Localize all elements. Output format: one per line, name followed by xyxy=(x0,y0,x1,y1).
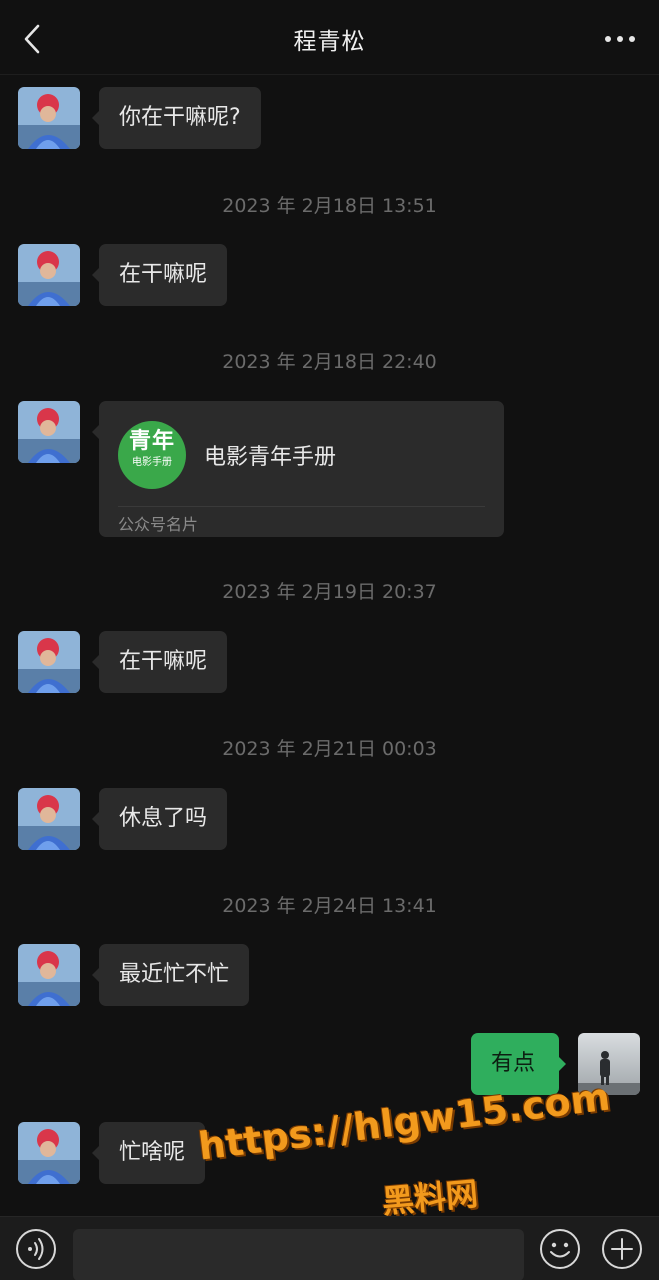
account-logo: 青年 电影手册 xyxy=(118,421,186,489)
contact-avatar[interactable] xyxy=(18,788,80,850)
received-message[interactable]: 忙啥呢 xyxy=(91,1122,206,1184)
received-message[interactable]: 休息了吗 xyxy=(91,788,228,850)
contact-avatar[interactable] xyxy=(18,244,80,306)
received-message[interactable]: 在干嘛呢 xyxy=(91,244,228,306)
watermark-url: https://hlgw15.com xyxy=(196,1074,613,1169)
chat-header: 程青松 xyxy=(0,0,659,75)
message-input[interactable] xyxy=(73,1229,524,1280)
input-bar xyxy=(0,1216,659,1280)
page-title: 程青松 xyxy=(293,29,366,55)
timestamp: 2023 年 2月21日 00:03 xyxy=(222,738,437,760)
voice-button[interactable] xyxy=(14,1227,58,1271)
received-message[interactable]: 最近忙不忙 xyxy=(91,944,250,1006)
contact-avatar[interactable] xyxy=(18,944,80,1006)
emoji-button[interactable] xyxy=(538,1227,582,1271)
account-card[interactable]: 青年 电影手册 电影青年手册 公众号名片 xyxy=(92,401,504,537)
received-message[interactable]: 在干嘛呢 xyxy=(91,631,228,693)
contact-avatar[interactable] xyxy=(18,1122,80,1184)
plus-icon xyxy=(602,1229,642,1269)
contact-avatar[interactable] xyxy=(18,401,80,463)
received-message[interactable]: 你在干嘛呢? xyxy=(92,87,261,149)
account-name: 电影青年手册 xyxy=(204,445,337,470)
card-divider xyxy=(118,506,485,507)
chat-screen: 程青松 你在干嘛呢? 2023 年 2月18日 13:51 在干嘛呢 2023 … xyxy=(0,0,659,1280)
watermark-name: 黑料网 xyxy=(380,1174,480,1221)
card-type-label: 公众号名片 xyxy=(118,515,199,534)
plus-button[interactable] xyxy=(600,1227,644,1271)
more-button[interactable] xyxy=(603,28,637,50)
timestamp: 2023 年 2月18日 13:51 xyxy=(222,195,437,217)
emoji-icon xyxy=(540,1229,580,1269)
timestamp: 2023 年 2月18日 22:40 xyxy=(222,351,437,373)
timestamp: 2023 年 2月24日 13:41 xyxy=(222,895,437,917)
contact-avatar[interactable] xyxy=(18,87,80,149)
timestamp: 2023 年 2月19日 20:37 xyxy=(222,581,437,603)
more-dots-icon xyxy=(605,36,635,42)
voice-icon xyxy=(16,1229,56,1269)
contact-avatar[interactable] xyxy=(18,631,80,693)
